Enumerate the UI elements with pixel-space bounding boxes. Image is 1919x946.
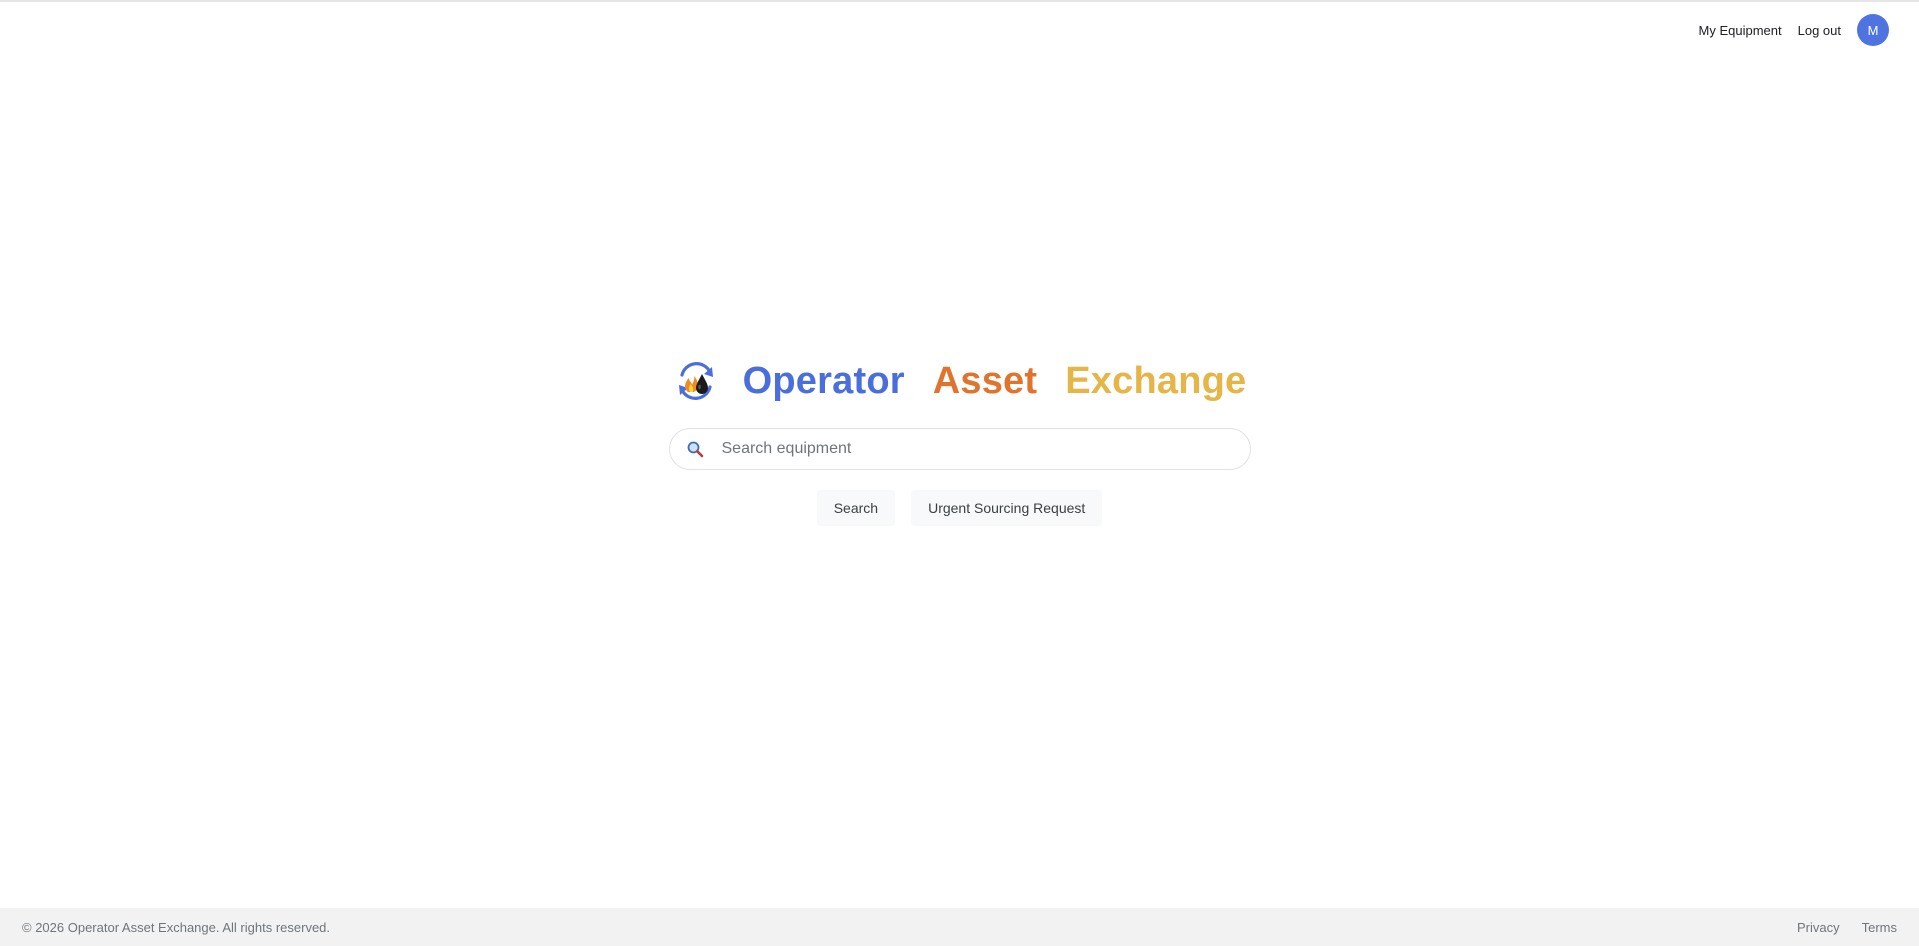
logout-link[interactable]: Log out <box>1798 23 1841 38</box>
search-button[interactable]: Search <box>816 490 896 526</box>
search-bar[interactable] <box>668 428 1251 470</box>
brand-word-asset: Asset <box>932 359 1038 402</box>
brand-logo: Operator Asset Exchange <box>673 356 1247 406</box>
main-search-area: Operator Asset Exchange Search Urgent So… <box>0 356 1919 526</box>
search-input[interactable] <box>719 439 1234 459</box>
urgent-sourcing-request-button[interactable]: Urgent Sourcing Request <box>911 490 1103 526</box>
footer-links: Privacy Terms <box>1775 920 1897 935</box>
top-divider <box>0 0 1919 2</box>
avatar[interactable]: M <box>1857 14 1889 46</box>
copyright-text: © 2026 Operator Asset Exchange. All righ… <box>22 919 331 935</box>
action-buttons: Search Urgent Sourcing Request <box>809 490 1111 526</box>
flame-droplet-cycle-icon <box>678 362 713 400</box>
brand-word-exchange: Exchange <box>1065 359 1247 402</box>
brand-word-operator: Operator <box>742 359 905 402</box>
privacy-link[interactable]: Privacy <box>1797 920 1840 935</box>
header-nav: My Equipment Log out M <box>1699 14 1889 46</box>
terms-link[interactable]: Terms <box>1862 920 1897 935</box>
search-icon <box>687 441 703 458</box>
my-equipment-link[interactable]: My Equipment <box>1699 23 1782 38</box>
footer: © 2026 Operator Asset Exchange. All righ… <box>0 908 1919 946</box>
